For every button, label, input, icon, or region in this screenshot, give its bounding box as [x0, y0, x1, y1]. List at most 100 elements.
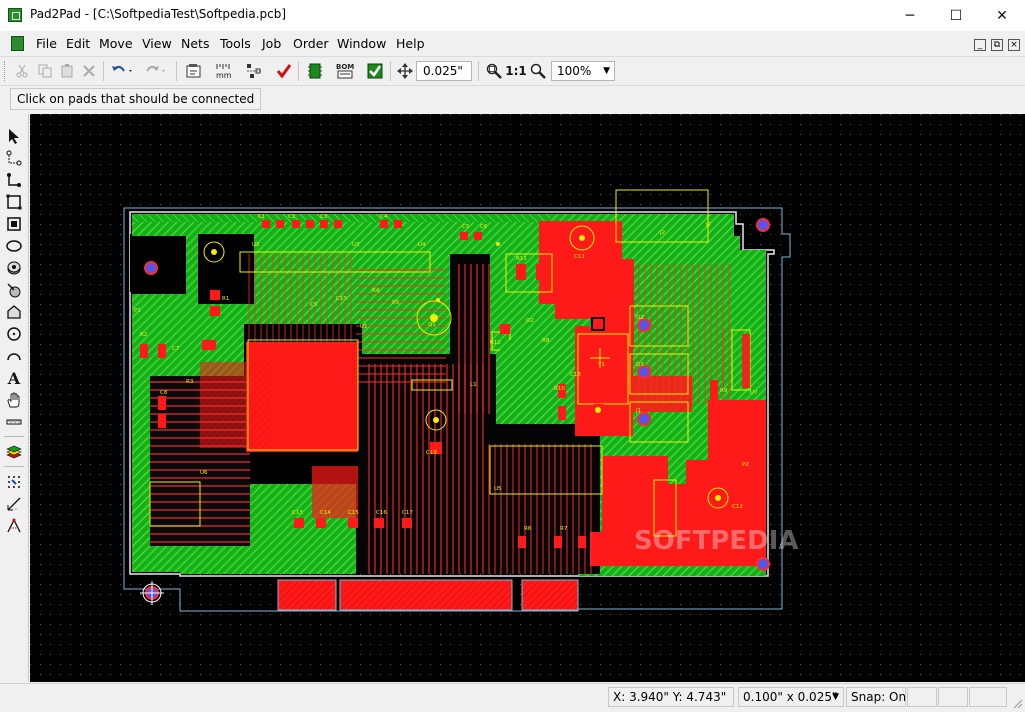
- units-icon[interactable]: mm: [214, 61, 234, 81]
- toolbar-grip[interactable]: [4, 61, 8, 81]
- label-p1: P1: [134, 308, 141, 314]
- ruler-icon[interactable]: [4, 412, 24, 432]
- menu-file[interactable]: File: [36, 36, 57, 51]
- layers-icon[interactable]: [4, 442, 24, 462]
- scissors-icon[interactable]: [12, 61, 32, 81]
- main-toolbar: mm BOM 0.025" 1:1 100% ▼: [0, 57, 1025, 86]
- component-icon[interactable]: [305, 61, 325, 81]
- polygon-icon[interactable]: [4, 302, 24, 322]
- maximize-button[interactable]: ☐: [933, 0, 979, 31]
- redo-icon[interactable]: [142, 61, 170, 81]
- grid-step-field[interactable]: 0.025": [416, 61, 472, 81]
- rectangle-icon[interactable]: [4, 192, 24, 212]
- label-c15: C15: [348, 510, 359, 516]
- label-u3: U3: [352, 242, 360, 248]
- delete-icon[interactable]: [79, 61, 99, 81]
- label-p2: P2: [742, 462, 749, 468]
- circle-icon[interactable]: [4, 324, 24, 344]
- edge-connector: [277, 579, 579, 611]
- mdi-close-button[interactable]: ×: [1008, 39, 1020, 51]
- resize-grip-icon[interactable]: [1013, 698, 1023, 709]
- menu-nets[interactable]: Nets: [181, 36, 209, 51]
- dimension-icon[interactable]: ◦: [4, 494, 24, 514]
- label-c18: C18: [570, 372, 581, 378]
- label-c14: C14: [320, 510, 331, 516]
- via-icon[interactable]: [4, 258, 24, 278]
- label-r5: R5: [392, 300, 400, 306]
- toolbar-separator: [103, 61, 104, 81]
- label-r6: R6: [524, 526, 532, 532]
- zoom-select[interactable]: 100% ▼: [551, 61, 615, 81]
- copy-icon[interactable]: [35, 61, 55, 81]
- properties-icon[interactable]: [184, 61, 204, 81]
- coords-readout: X: 3.940" Y: 4.743": [608, 687, 734, 707]
- hand-pan-icon[interactable]: [4, 390, 24, 410]
- window-title: Pad2Pad - [C:\SoftpediaTest\Softpedia.pc…: [30, 7, 287, 21]
- trace-icon[interactable]: [4, 170, 24, 190]
- menu-job[interactable]: Job: [262, 36, 281, 51]
- minimize-button[interactable]: ─: [887, 0, 933, 31]
- status-pane: [938, 687, 968, 707]
- pcb-canvas[interactable]: C1 C2 C3 C4 C5 C6 R1 R2 C7 C8 R3 U6 C9 C…: [30, 114, 1025, 682]
- connect-pads-icon[interactable]: [4, 148, 24, 168]
- menu-move[interactable]: Move: [99, 36, 133, 51]
- grid-size-value: 0.100" x 0.025": [743, 690, 838, 704]
- select-arrow-icon[interactable]: [4, 126, 24, 146]
- zoom-one-to-one-button[interactable]: 1:1: [505, 61, 527, 81]
- measure-icon[interactable]: [4, 516, 24, 536]
- snap-grid-icon[interactable]: [4, 472, 24, 492]
- chevron-down-icon: ▼: [832, 692, 839, 702]
- bom-label: BOM: [336, 63, 354, 71]
- label-r8: R8: [542, 338, 550, 344]
- app-icon: [8, 8, 22, 22]
- pcb-drawing[interactable]: C1 C2 C3 C4 C5 C6 R1 R2 C7 C8 R3 U6 C9 C…: [30, 114, 1025, 682]
- document-icon[interactable]: [11, 36, 24, 51]
- label-d2: J1: [635, 408, 641, 414]
- grid-size-select[interactable]: 0.100" x 0.025" ▼: [738, 687, 844, 707]
- check-icon[interactable]: [274, 61, 294, 81]
- undo-icon[interactable]: [109, 61, 137, 81]
- trace-bundle: [634, 264, 734, 404]
- align-icon[interactable]: [244, 61, 264, 81]
- text-icon[interactable]: A: [4, 368, 24, 388]
- units-label: mm: [216, 71, 232, 80]
- zoom-value: 100%: [557, 64, 592, 78]
- label-c19: C19: [426, 450, 437, 456]
- zoom-area-icon[interactable]: [484, 61, 504, 81]
- label-c9: C9: [310, 302, 318, 308]
- label-c7: C7: [172, 346, 180, 352]
- rectangle-fill-icon[interactable]: [4, 214, 24, 234]
- menu-view[interactable]: View: [142, 36, 172, 51]
- label-c13: C13: [292, 510, 303, 516]
- paste-icon[interactable]: [57, 61, 77, 81]
- tool-separator: [4, 466, 24, 467]
- menu-help[interactable]: Help: [396, 36, 425, 51]
- snap-status[interactable]: Snap: On: [846, 687, 906, 707]
- chevron-down-icon: ▼: [603, 66, 610, 76]
- menu-edit[interactable]: Edit: [66, 36, 90, 51]
- status-pane: [969, 687, 1007, 707]
- title-bar: Pad2Pad - [C:\SoftpediaTest\Softpedia.pc…: [0, 0, 1025, 31]
- move-icon[interactable]: [395, 61, 415, 81]
- bom-icon[interactable]: BOM: [335, 61, 355, 81]
- label-r7: R7: [560, 526, 568, 532]
- arc-icon[interactable]: [4, 346, 24, 366]
- label-c10: C10: [336, 296, 347, 302]
- ellipse-icon[interactable]: [4, 236, 24, 256]
- zoom-icon[interactable]: [528, 61, 548, 81]
- label-c5: C5: [462, 224, 470, 230]
- menu-window[interactable]: Window: [337, 36, 386, 51]
- drc-icon[interactable]: [365, 61, 385, 81]
- menu-order[interactable]: Order: [293, 36, 329, 51]
- pad-icon[interactable]: [4, 280, 24, 300]
- label-q3: Q3: [636, 362, 644, 368]
- mdi-minimize-button[interactable]: _: [974, 39, 986, 51]
- toolbar-separator: [390, 61, 391, 81]
- tool-separator: [4, 436, 24, 437]
- label-r9: R9: [720, 388, 728, 394]
- label-u7: U7: [750, 390, 758, 396]
- close-button[interactable]: ✕: [979, 0, 1025, 31]
- menu-tools[interactable]: Tools: [220, 36, 251, 51]
- mdi-restore-button[interactable]: ⧉: [991, 39, 1003, 51]
- label-r11: R11: [516, 256, 527, 262]
